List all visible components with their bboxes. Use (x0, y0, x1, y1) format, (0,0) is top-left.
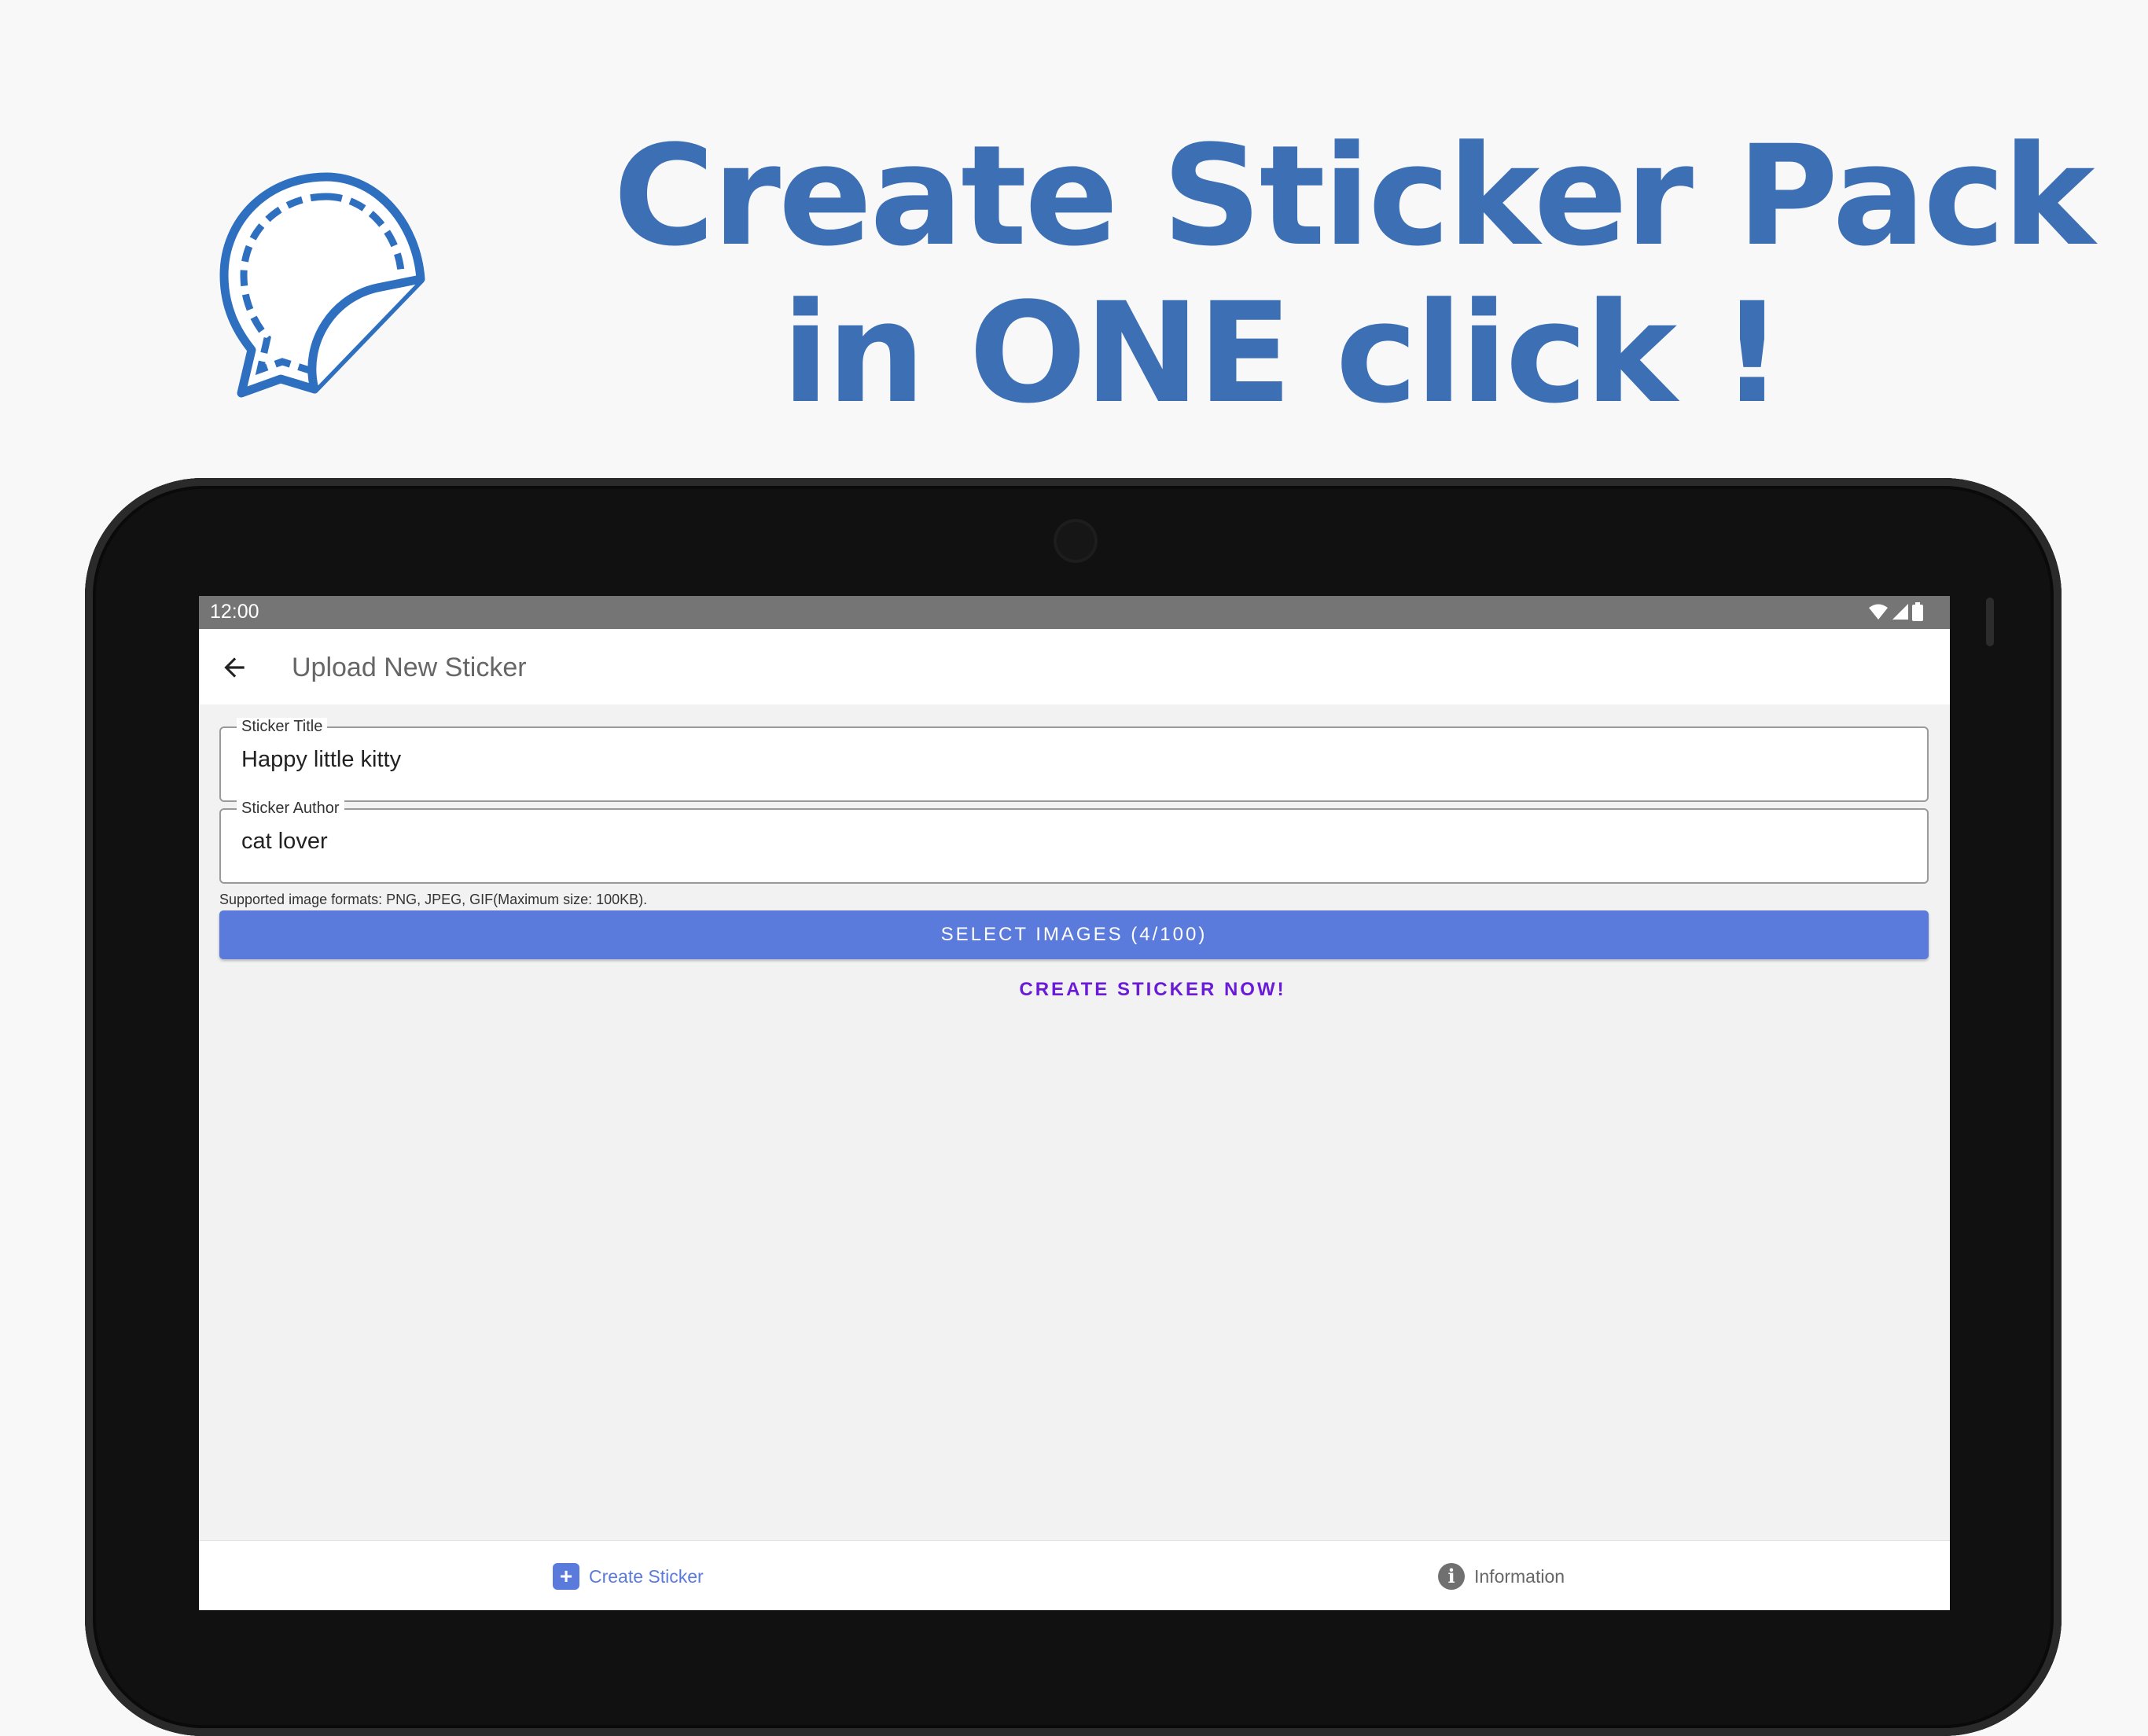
create-sticker-button[interactable]: CREATE STICKER NOW! (995, 970, 1310, 1010)
nav-item-information[interactable]: i Information (1438, 1563, 1565, 1590)
status-time: 12:00 (210, 601, 259, 623)
headline-line-2: in ONE click ! (782, 273, 1783, 434)
sticker-title-input[interactable] (241, 747, 1892, 773)
promo-headline: Create Sticker Pack in ONE click ! (613, 116, 2095, 434)
add-sticker-icon: + (553, 1563, 579, 1590)
sticker-title-label: Sticker Title (237, 718, 328, 735)
bottom-navigation: + Create Sticker i Information (199, 1540, 1950, 1610)
page-title: Upload New Sticker (292, 653, 527, 682)
tablet-side-button (1986, 598, 1994, 646)
sticker-author-input[interactable] (241, 829, 1892, 855)
sticker-logo-icon (219, 172, 425, 398)
battery-icon (1912, 602, 1923, 621)
arrow-left-icon[interactable] (219, 653, 249, 682)
status-bar: 12:00 (199, 596, 1950, 629)
formats-hint: Supported image formats: PNG, JPEG, GIF(… (219, 892, 648, 907)
app-bar: Upload New Sticker (199, 629, 1950, 704)
sticker-author-field[interactable]: Sticker Author (219, 800, 1929, 884)
nav-item-create-sticker[interactable]: + Create Sticker (553, 1563, 704, 1590)
headline-line-1: Create Sticker Pack (613, 116, 2095, 277)
select-images-button[interactable]: SELECT IMAGES (4/100) (219, 910, 1929, 959)
nav-label-create-sticker: Create Sticker (589, 1565, 704, 1587)
status-icons (1868, 602, 1923, 621)
info-icon: i (1438, 1563, 1465, 1590)
sticker-author-label: Sticker Author (237, 800, 344, 817)
sticker-title-field[interactable]: Sticker Title (219, 718, 1929, 802)
front-camera (1054, 519, 1098, 563)
nav-label-information: Information (1474, 1565, 1565, 1587)
wifi-icon (1869, 604, 1888, 620)
device-screen: 12:00 Upload New Sticker Sticker Title S… (199, 596, 1950, 1610)
signal-icon (1892, 604, 1908, 620)
